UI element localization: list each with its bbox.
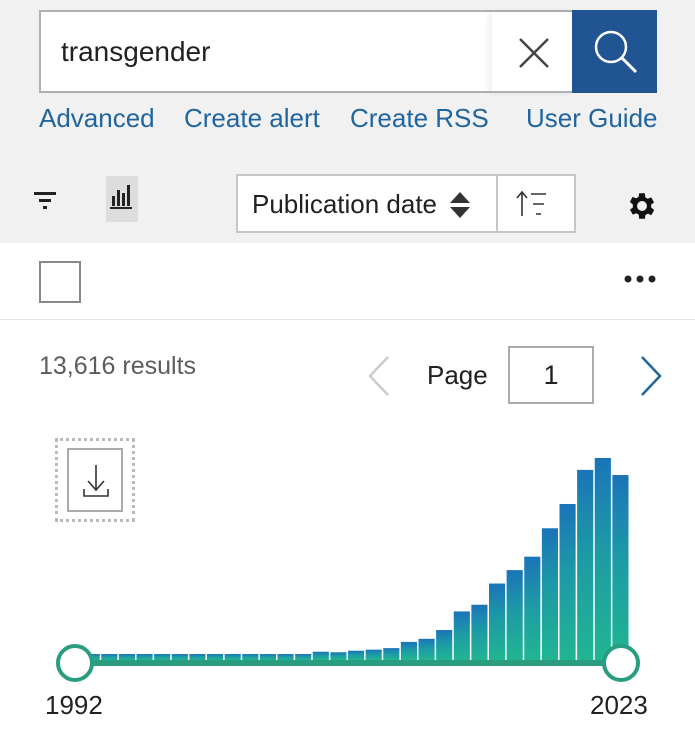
bar-1996[interactable]	[136, 654, 153, 660]
bar-2022[interactable]	[594, 458, 611, 660]
bar-2017[interactable]	[506, 570, 523, 660]
sort-ascending-icon[interactable]	[514, 190, 548, 218]
bar-2001[interactable]	[224, 654, 241, 660]
bar-2021[interactable]	[577, 469, 594, 660]
bar-2005[interactable]	[295, 654, 312, 660]
page-number-input[interactable]: 1	[508, 346, 594, 404]
next-page-icon[interactable]	[638, 355, 664, 397]
user-guide-link[interactable]: User Guide	[526, 103, 658, 134]
bar-2007[interactable]	[330, 652, 347, 660]
select-all-checkbox[interactable]	[39, 261, 81, 303]
bar-2010[interactable]	[383, 648, 400, 660]
bar-2015[interactable]	[471, 604, 488, 660]
sort-by-label: Publication date	[252, 189, 438, 219]
bar-1995[interactable]	[118, 654, 135, 660]
bar-2009[interactable]	[365, 649, 382, 660]
end-year-label: 2023	[590, 690, 648, 720]
bar-2003[interactable]	[259, 654, 276, 660]
start-year-label: 1992	[45, 690, 103, 720]
bar-2016[interactable]	[489, 583, 506, 660]
search-query[interactable]: transgender	[61, 36, 210, 68]
ellipsis-icon[interactable]	[624, 275, 656, 283]
timeline-track	[88, 660, 608, 666]
bar-2014[interactable]	[453, 611, 470, 660]
bar-2004[interactable]	[277, 654, 294, 660]
page-label: Page	[427, 360, 488, 390]
search-icon	[594, 30, 637, 73]
search-input[interactable]: transgender	[39, 10, 573, 93]
bar-2013[interactable]	[436, 630, 453, 660]
previous-page-icon[interactable]	[366, 355, 392, 397]
advanced-link[interactable]: Advanced	[39, 103, 155, 134]
bar-2011[interactable]	[400, 641, 417, 660]
bar-1998[interactable]	[171, 654, 188, 660]
timeline-chart[interactable]	[0, 420, 695, 690]
filter-icon[interactable]	[34, 190, 58, 210]
bar-2020[interactable]	[559, 503, 576, 660]
gear-icon[interactable]	[625, 189, 659, 223]
divider	[496, 176, 498, 231]
bar-2012[interactable]	[418, 638, 435, 660]
create-alert-link[interactable]: Create alert	[184, 103, 320, 134]
bar-1997[interactable]	[154, 654, 171, 660]
bar-2019[interactable]	[541, 528, 558, 660]
search-button[interactable]	[572, 10, 657, 93]
create-rss-link[interactable]: Create RSS	[350, 103, 489, 134]
bar-2008[interactable]	[348, 650, 365, 660]
bar-2002[interactable]	[242, 654, 259, 660]
bar-2018[interactable]	[524, 556, 541, 660]
sort-select[interactable]: Publication date	[236, 174, 576, 233]
clear-search-button[interactable]	[492, 12, 575, 93]
bar-2000[interactable]	[207, 654, 224, 660]
start-year-handle[interactable]	[56, 644, 94, 682]
results-count: 13,616 results	[39, 352, 197, 380]
sort-caret-icon	[450, 192, 470, 218]
divider	[0, 319, 695, 320]
bar-2006[interactable]	[312, 651, 329, 660]
bar-1999[interactable]	[189, 654, 206, 660]
bar-chart-icon[interactable]	[106, 176, 138, 222]
close-icon	[518, 37, 549, 68]
bar-1994[interactable]	[101, 654, 118, 660]
end-year-handle[interactable]	[602, 644, 640, 682]
bar-2023[interactable]	[612, 475, 629, 660]
